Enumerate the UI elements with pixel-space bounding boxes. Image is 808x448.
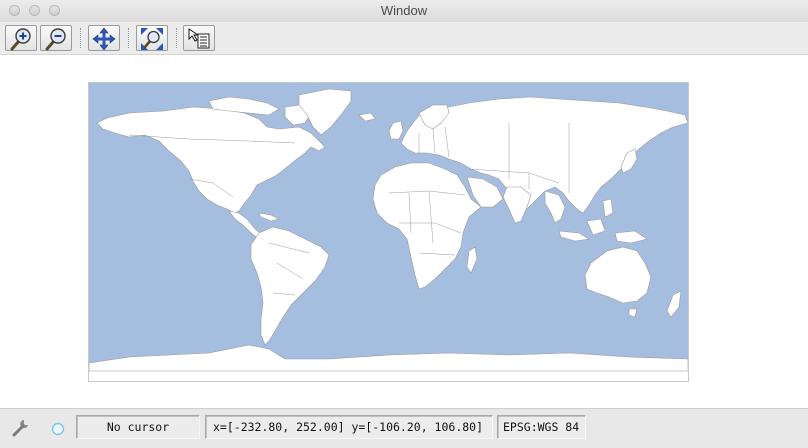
wrench-icon[interactable]: [12, 419, 30, 437]
zoom-in-icon: [10, 28, 31, 51]
zoom-extent-icon: [141, 28, 163, 50]
toolbar-separator: [80, 28, 81, 48]
cursor-position-field: No cursor: [76, 415, 200, 439]
pan-button[interactable]: [88, 25, 120, 51]
world-map-graphic: [89, 83, 688, 372]
zoom-extent-button[interactable]: [136, 25, 168, 51]
zoom-out-button[interactable]: [40, 25, 72, 51]
info-select-icon: [188, 28, 210, 49]
map-canvas[interactable]: [0, 55, 808, 407]
zoom-in-button[interactable]: [5, 25, 37, 51]
title-bar: Window: [0, 0, 808, 23]
crs-field[interactable]: EPSG:WGS 84: [497, 415, 586, 439]
window-title: Window: [380, 3, 428, 18]
map-toolbar: [0, 22, 808, 55]
zoom-out-icon: [45, 28, 66, 51]
render-status-icon: [51, 422, 65, 436]
toolbar-separator: [128, 28, 129, 48]
pan-icon: [92, 27, 116, 51]
status-bar: No cursor x=[-232.80, 252.00] y=[-106.20…: [0, 408, 808, 448]
info-select-button[interactable]: [183, 25, 215, 51]
toolbar-separator: [176, 28, 177, 48]
world-map[interactable]: [88, 82, 689, 382]
map-extent-field: x=[-232.80, 252.00] y=[-106.20, 106.80]: [205, 415, 493, 439]
